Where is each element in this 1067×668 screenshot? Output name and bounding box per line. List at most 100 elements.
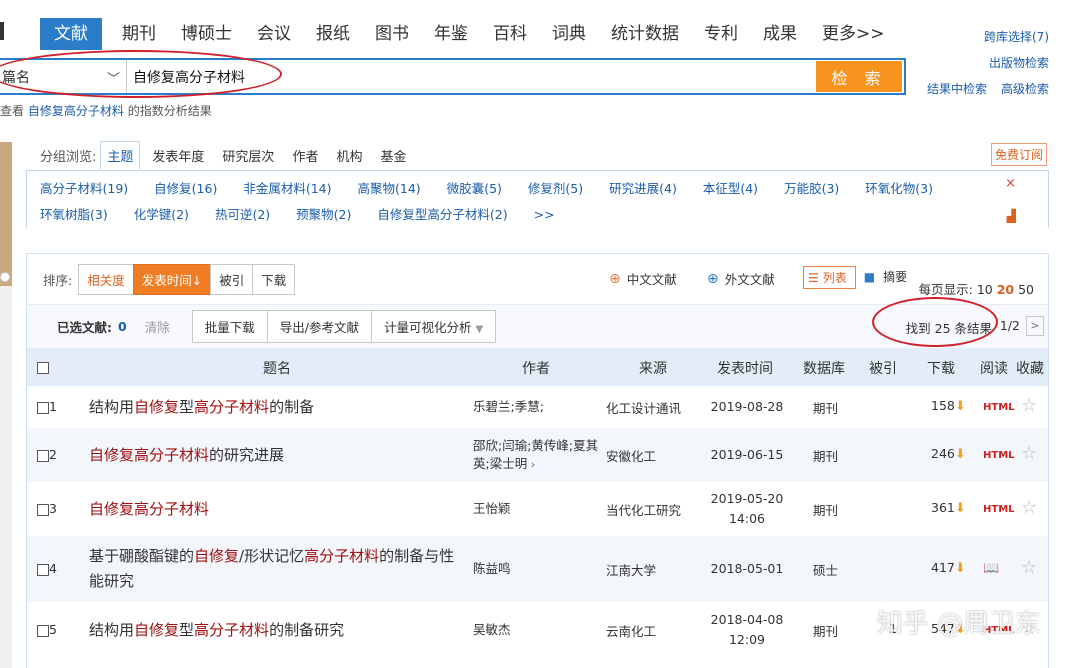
row-checkbox[interactable]	[37, 503, 49, 516]
nav-item-6[interactable]: 年鉴	[434, 18, 468, 50]
per-page-20[interactable]: 20	[997, 282, 1014, 297]
topic-link[interactable]: 热可逆(2)	[215, 207, 270, 222]
result-title-link[interactable]: 结构用自修复型高分子材料的制备研究	[89, 618, 469, 643]
row-checkbox[interactable]	[37, 401, 49, 414]
header-title[interactable]: 题名	[263, 358, 291, 378]
read-link[interactable]: HTML	[983, 500, 1015, 515]
author-links[interactable]: 乐碧兰;季慧;	[473, 398, 601, 416]
select-all-checkbox[interactable]	[37, 362, 49, 374]
download-link[interactable]: 361⬇	[931, 500, 966, 516]
nav-item-3[interactable]: 会议	[257, 18, 291, 50]
header-cited[interactable]: 被引	[869, 358, 897, 378]
search-in-results-link[interactable]: 结果中检索	[927, 82, 987, 96]
read-link[interactable]: 📖	[983, 560, 999, 576]
sort-relevance-button[interactable]: 相关度	[78, 263, 134, 295]
nav-item-4[interactable]: 报纸	[316, 18, 350, 50]
favorite-star-icon[interactable]: ☆	[1021, 497, 1037, 518]
row-checkbox[interactable]	[37, 449, 49, 462]
banner-dot[interactable]	[0, 272, 10, 282]
more-authors-icon[interactable]: ›	[527, 458, 535, 471]
download-link[interactable]: 246⬇	[931, 446, 966, 462]
favorite-star-icon[interactable]: ☆	[1021, 557, 1037, 578]
topic-link[interactable]: 自修复型高分子材料(2)	[377, 207, 507, 222]
nav-item-10[interactable]: 专利	[704, 18, 738, 50]
author-links[interactable]: 王怡颖	[473, 500, 601, 518]
advanced-search-link[interactable]: 高级检索	[1001, 82, 1049, 96]
close-icon[interactable]: ×	[1005, 171, 1016, 197]
export-button[interactable]: 导出/参考文献	[266, 310, 372, 343]
per-page-10[interactable]: 10	[977, 282, 993, 297]
chart-icon[interactable]: ▟	[1007, 203, 1016, 229]
read-link[interactable]: HTML	[983, 446, 1015, 461]
topic-link[interactable]: 高聚物(14)	[358, 181, 421, 196]
sort-cited-button[interactable]: 被引	[210, 263, 254, 295]
favorite-star-icon[interactable]: ☆	[1021, 443, 1037, 464]
sort-time-button[interactable]: 发表时间↓	[132, 263, 212, 295]
index-analysis-link[interactable]: 自修复高分子材料	[28, 104, 124, 118]
result-title-link[interactable]: 基于硼酸酯键的自修复/形状记忆高分子材料的制备与性能研究	[89, 544, 469, 594]
header-downloads[interactable]: 下载	[927, 358, 955, 378]
row-checkbox[interactable]	[37, 563, 49, 576]
visual-analysis-button[interactable]: 计量可视化分析 ▼	[370, 310, 497, 343]
author-links[interactable]: 陈益鸣	[473, 560, 601, 578]
source-link[interactable]: 江南大学	[606, 560, 656, 579]
topic-link[interactable]: 环氧化物(3)	[865, 181, 933, 196]
clear-button[interactable]: 清除	[145, 317, 170, 336]
topic-link[interactable]: 研究进展(4)	[609, 181, 677, 196]
topic-link[interactable]: 本征型(4)	[703, 181, 758, 196]
nav-item-11[interactable]: 成果	[763, 18, 797, 50]
topic-link[interactable]: 化学键(2)	[134, 207, 189, 222]
group-tab-5[interactable]: 基金	[380, 146, 406, 165]
nav-item-1[interactable]: 期刊	[122, 18, 156, 50]
list-view-button[interactable]: ☰ 列表	[803, 266, 856, 289]
foreign-docs-link[interactable]: ⊕ 外文文献	[707, 269, 775, 288]
nav-item-7[interactable]: 百科	[493, 18, 527, 50]
publication-search-link[interactable]: 出版物检索	[989, 56, 1049, 70]
nav-item-5[interactable]: 图书	[375, 18, 409, 50]
next-page-button[interactable]: >	[1026, 316, 1044, 336]
download-link[interactable]: 158⬇	[931, 398, 966, 414]
topic-link[interactable]: 非金属材料(14)	[243, 181, 331, 196]
header-author[interactable]: 作者	[522, 358, 550, 378]
source-link[interactable]: 化工设计通讯	[606, 398, 681, 417]
header-date[interactable]: 发表时间	[717, 358, 773, 378]
batch-download-button[interactable]: 批量下载	[191, 310, 268, 343]
read-link[interactable]: HTML	[983, 398, 1015, 413]
group-tab-0[interactable]: 主题	[100, 140, 141, 170]
group-tab-3[interactable]: 作者	[292, 146, 318, 165]
source-link[interactable]: 当代化工研究	[606, 500, 681, 519]
topic-link[interactable]: >>	[534, 207, 555, 222]
group-tab-2[interactable]: 研究层次	[222, 146, 274, 165]
author-links[interactable]: 邵欣;闫瑜;黄传峰;夏其英;梁士明 ›	[473, 437, 601, 474]
topic-link[interactable]: 自修复(16)	[154, 181, 217, 196]
topic-link[interactable]: 万能胶(3)	[784, 181, 839, 196]
result-title-link[interactable]: 结构用自修复型高分子材料的制备	[89, 395, 469, 420]
chinese-docs-link[interactable]: ⊕ 中文文献	[609, 269, 677, 288]
favorite-star-icon[interactable]: ☆	[1021, 395, 1037, 416]
topic-link[interactable]: 预聚物(2)	[296, 207, 351, 222]
header-db[interactable]: 数据库	[803, 358, 845, 378]
row-checkbox[interactable]	[37, 624, 49, 637]
subscribe-button[interactable]: 免费订阅	[990, 143, 1047, 166]
topic-link[interactable]: 微胶囊(5)	[447, 181, 502, 196]
header-source[interactable]: 来源	[639, 358, 667, 378]
nav-item-2[interactable]: 博硕士	[181, 18, 232, 50]
group-tab-4[interactable]: 机构	[336, 146, 362, 165]
nav-item-8[interactable]: 词典	[552, 18, 586, 50]
topic-link[interactable]: 修复剂(5)	[528, 181, 583, 196]
source-link[interactable]: 安徽化工	[606, 446, 656, 465]
search-button[interactable]: 检 索	[816, 61, 902, 92]
nav-item-0[interactable]: 文献	[40, 18, 102, 50]
author-links[interactable]: 吴敏杰	[473, 621, 601, 639]
cross-db-link[interactable]: 跨库选择(7)	[984, 30, 1049, 44]
topic-link[interactable]: 环氧树脂(3)	[40, 207, 108, 222]
group-tab-1[interactable]: 发表年度	[152, 146, 204, 165]
abstract-view-button[interactable]: ■ 摘要	[856, 266, 915, 289]
nav-item-9[interactable]: 统计数据	[611, 18, 679, 50]
sort-downloads-button[interactable]: 下载	[252, 263, 296, 295]
nav-item-12[interactable]: 更多>>	[822, 18, 885, 50]
source-link[interactable]: 云南化工	[606, 621, 656, 640]
topic-link[interactable]: 高分子材料(19)	[40, 181, 128, 196]
result-title-link[interactable]: 自修复高分子材料	[89, 497, 469, 522]
result-title-link[interactable]: 自修复高分子材料的研究进展	[89, 443, 469, 468]
